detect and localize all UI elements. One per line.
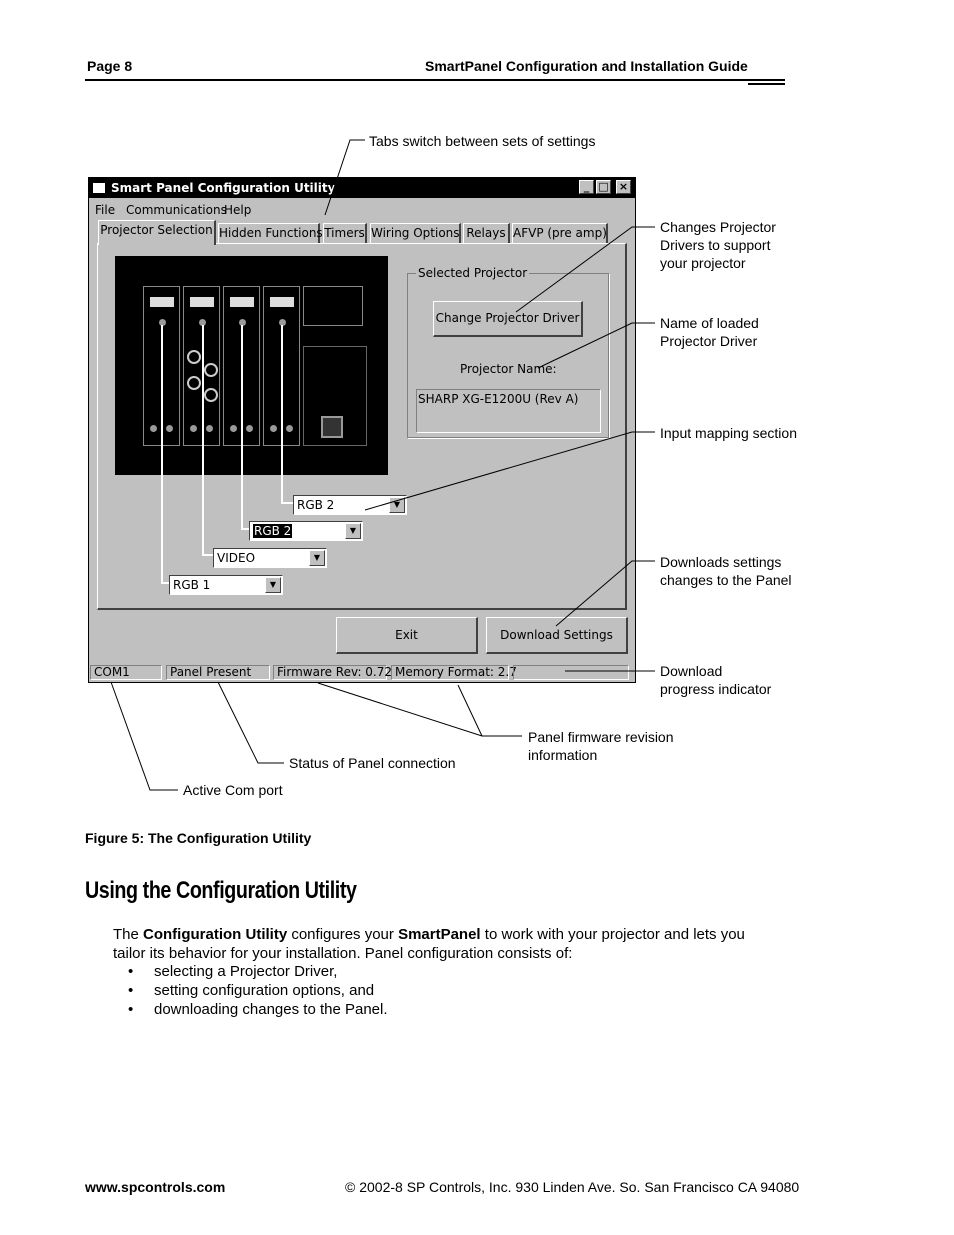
bullet-icon: • (128, 1001, 134, 1018)
leader-line (537, 322, 655, 369)
paragraph-line-1: The Configuration Utility configures you… (113, 926, 745, 943)
leader-line (317, 682, 522, 737)
leader-line (555, 560, 655, 627)
footer-copyright: © 2002-8 SP Controls, Inc. 930 Linden Av… (345, 1179, 800, 1195)
list-item: • selecting a Projector Driver, (128, 963, 338, 980)
list-item: • downloading changes to the Panel. (128, 1001, 388, 1018)
list-item: • setting configuration options, and (128, 982, 375, 999)
leader-line (457, 684, 483, 737)
intro-paragraph: The Configuration Utility configures you… (113, 925, 813, 963)
annotation-leader-lines (110, 139, 655, 791)
bullet-icon: • (128, 963, 134, 980)
bullet-list: • selecting a Projector Driver, • setting … (128, 962, 388, 1019)
leader-line (324, 139, 365, 216)
footer-website[interactable]: www.spcontrols.com (85, 1179, 225, 1195)
leader-line (515, 226, 655, 313)
section-heading: Using the Configuration Utility (85, 877, 357, 904)
leader-line (364, 431, 655, 511)
tab-projector-selection[interactable]: Projector Selection (98, 220, 216, 245)
paragraph-line-2: tailor its behavior for your installatio… (113, 945, 573, 962)
bullet-icon: • (128, 982, 134, 999)
leader-line (110, 681, 178, 791)
figure-caption: Figure 5: The Configuration Utility (85, 830, 312, 846)
leader-line (217, 681, 284, 764)
